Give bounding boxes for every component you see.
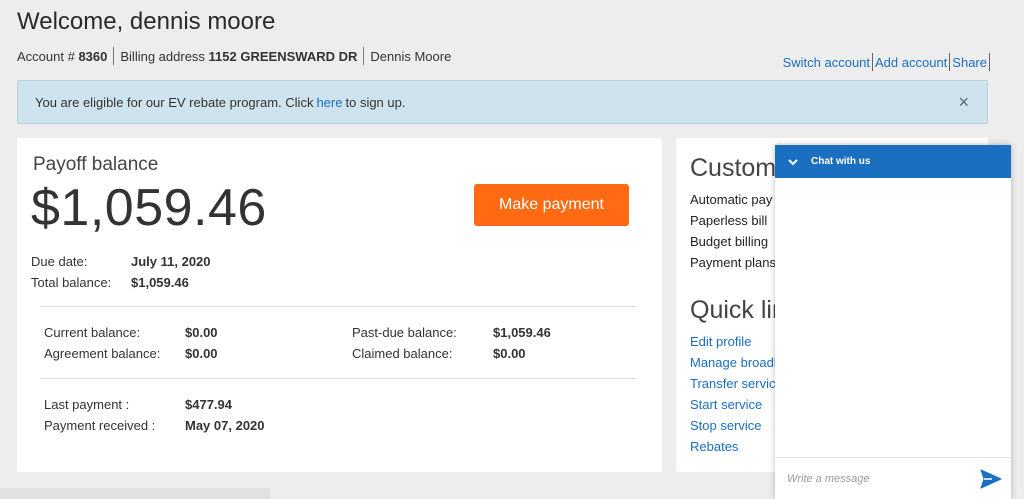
last-payment-label: Last payment : (44, 397, 130, 412)
claimed-balance-row: Claimed balance: $0.00 (352, 346, 526, 361)
total-balance-value: $1,059.46 (131, 275, 189, 290)
last-payment-value: $477.94 (185, 397, 232, 412)
payoff-card: Payoff balance $1,059.46 Make payment Du… (17, 138, 662, 472)
agreement-balance-row: Agreement balance: $0.00 (44, 346, 218, 361)
claimed-balance-label: Claimed balance: (352, 346, 453, 361)
claimed-balance-value: $0.00 (493, 346, 526, 361)
account-actions: Switch account Add account Share (783, 53, 992, 71)
divider (40, 306, 636, 307)
customer-item: Payment plans (690, 255, 776, 270)
account-label: Account # (17, 48, 75, 64)
agreement-balance-value: $0.00 (185, 346, 218, 361)
quick-link-transfer-service[interactable]: Transfer service (690, 376, 783, 391)
chat-widget: Chat with us (775, 145, 1011, 499)
chat-message-input[interactable] (787, 472, 967, 485)
payment-received-row: Payment received : May 07, 2020 (44, 418, 265, 433)
billing-label: Billing address (120, 48, 205, 64)
due-date-row: Due date: July 11, 2020 (31, 254, 211, 269)
ev-rebate-banner: You are eligible for our EV rebate progr… (17, 80, 988, 124)
customer-item: Automatic pay (690, 192, 773, 207)
banner-text: You are eligible for our EV rebate progr… (35, 94, 314, 110)
due-date-value: July 11, 2020 (131, 254, 211, 269)
make-payment-button[interactable]: Make payment (474, 184, 629, 226)
switch-account-link[interactable]: Switch account (783, 55, 870, 70)
page-footer-strip (0, 488, 270, 499)
chat-title: Chat with us (811, 156, 871, 167)
current-balance-label: Current balance: (44, 325, 141, 340)
total-balance-label: Total balance: (31, 275, 112, 290)
quick-link-start-service[interactable]: Start service (690, 397, 762, 412)
add-account-link[interactable]: Add account (875, 55, 947, 70)
payment-received-label: Payment received : (44, 418, 156, 433)
agreement-balance-label: Agreement balance: (44, 346, 161, 361)
divider (40, 378, 636, 379)
quick-link-rebates[interactable]: Rebates (690, 439, 738, 454)
quick-link-stop-service[interactable]: Stop service (690, 418, 762, 433)
last-payment-row: Last payment : $477.94 (44, 397, 232, 412)
divider (872, 53, 874, 71)
customer-item: Paperless bill (690, 213, 768, 228)
pastdue-balance-label: Past-due balance: (352, 325, 457, 340)
close-icon[interactable]: × (958, 92, 969, 113)
chevron-down-icon[interactable] (787, 156, 799, 168)
total-balance-row: Total balance: $1,059.46 (31, 275, 189, 290)
current-balance-value: $0.00 (185, 325, 218, 340)
divider (989, 53, 990, 71)
divider (363, 47, 365, 65)
customer-item: Budget billing (690, 234, 769, 249)
banner-text-end: to sign up. (345, 94, 406, 110)
payoff-label: Payoff balance (33, 154, 159, 175)
account-number: 8360 (78, 48, 108, 64)
payoff-amount: $1,059.46 (31, 179, 267, 237)
divider (113, 47, 115, 65)
chat-header[interactable]: Chat with us (775, 145, 1011, 178)
payment-received-value: May 07, 2020 (185, 418, 265, 433)
share-link[interactable]: Share (952, 55, 987, 70)
banner-signup-link[interactable]: here (316, 95, 342, 110)
pastdue-balance-value: $1,059.46 (493, 325, 551, 340)
divider (949, 53, 951, 71)
account-holder-name: Dennis Moore (370, 48, 452, 64)
send-icon[interactable] (979, 467, 1003, 491)
welcome-heading: Welcome, dennis moore (17, 8, 276, 35)
account-info-row: Account # 8360 Billing address 1152 GREE… (17, 47, 451, 65)
quick-link-edit-profile[interactable]: Edit profile (690, 334, 751, 349)
billing-address: 1152 GREENSWARD DR (208, 48, 358, 64)
pastdue-balance-row: Past-due balance: $1,059.46 (352, 325, 551, 340)
chat-compose (775, 457, 1011, 499)
current-balance-row: Current balance: $0.00 (44, 325, 218, 340)
due-date-label: Due date: (31, 254, 88, 269)
